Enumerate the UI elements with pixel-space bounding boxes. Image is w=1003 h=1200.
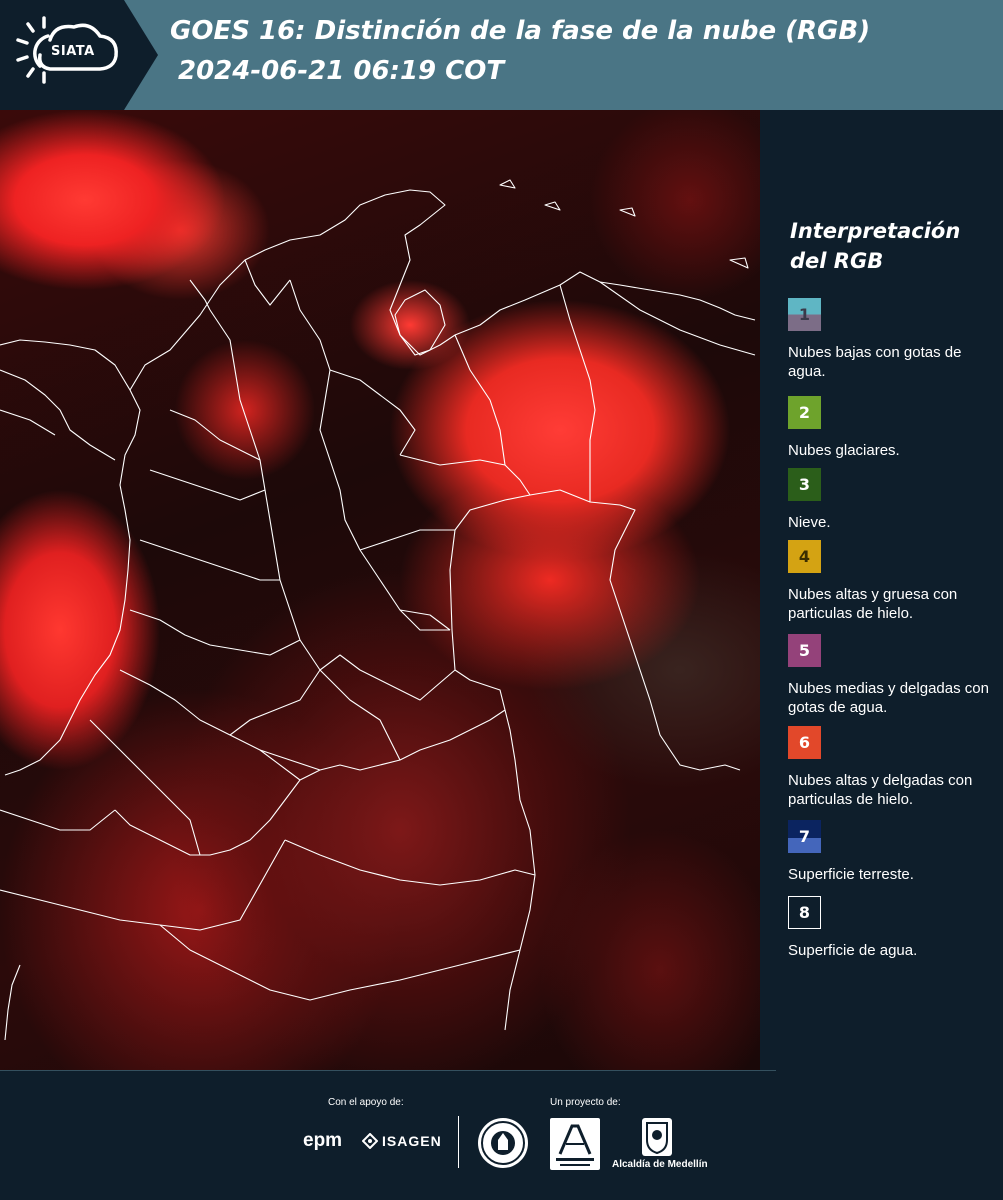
area-metropolitana-icon [556,1124,594,1166]
legend-swatch: 2 [788,396,821,429]
legend-item-6: 6 Nubes altas y delgadas con particulas … [788,726,1000,809]
boundary-lines [0,179,756,1041]
footer: Con el apoyo de: Un proyecto de: epm ISA… [0,1070,1003,1200]
seal-icon [481,1121,525,1165]
legend-label: Nubes altas y delgadas con particulas de… [788,772,973,808]
project-label: Un proyecto de: [550,1097,621,1108]
legend-item-2: 2 Nubes glaciares. [788,396,1000,460]
legend-swatch: 6 [788,726,821,759]
area-metropolitana-logo [550,1118,600,1170]
isagen-text: ISAGEN [382,1133,442,1149]
legend-label: Nubes altas y gruesa con particulas de h… [788,586,958,622]
logo-divider [458,1116,459,1168]
legend-swatch: 5 [788,634,821,667]
logo-text: SIATA [51,44,95,59]
legend-label: Nubes bajas con gotas de agua. [788,344,962,380]
epm-logo: epm [303,1130,343,1151]
legend-title: Interpretación del RGB [790,219,961,273]
legend-label: Superficie terreste. [788,866,914,883]
legend-item-8: 8 Superficie de agua. [788,896,1000,960]
legend-swatch: 3 [788,468,821,501]
page-title: GOES 16: Distinción de la fase de la nub… [170,16,871,46]
header: SIATA GOES 16: Distinción de la fase de … [0,0,1003,110]
satellite-map [0,110,760,1070]
legend-swatch: 7 [788,820,821,853]
legend-swatch: 1 [788,298,821,331]
alcaldia-logo [642,1118,672,1156]
legend-label: Nubes medias y delgadas con gotas de agu… [788,680,989,716]
banner-arrow-shape [122,0,158,110]
legend-swatch: 4 [788,540,821,573]
isagen-logo: ISAGEN [362,1133,442,1149]
legend-item-7: 7 Superficie terreste. [788,820,1000,884]
legend-label: Superficie de agua. [788,942,918,959]
footer-divider-line [0,1070,776,1071]
legend-label: Nieve. [788,514,831,531]
seal-logo [478,1118,528,1168]
legend-label: Nubes glaciares. [788,442,900,459]
legend-item-4: 4 Nubes altas y gruesa con particulas de… [788,540,1000,623]
siata-logo: SIATA [0,0,122,110]
page-timestamp: 2024-06-21 06:19 COT [178,56,505,86]
isagen-icon [362,1133,378,1149]
legend-panel: Interpretación del RGB 1 Nubes bajas con… [760,110,1003,1070]
legend-swatch: 8 [788,896,821,929]
legend-item-3: 3 Nieve. [788,468,1000,532]
legend-item-5: 5 Nubes medias y delgadas con gotas de a… [788,634,1000,717]
support-label: Con el apoyo de: [328,1097,404,1108]
alcaldia-text: Alcaldía de Medellín [612,1159,708,1170]
legend-item-1: 1 Nubes bajas con gotas de agua. [788,298,1000,381]
alcaldia-shield-icon [646,1122,668,1155]
